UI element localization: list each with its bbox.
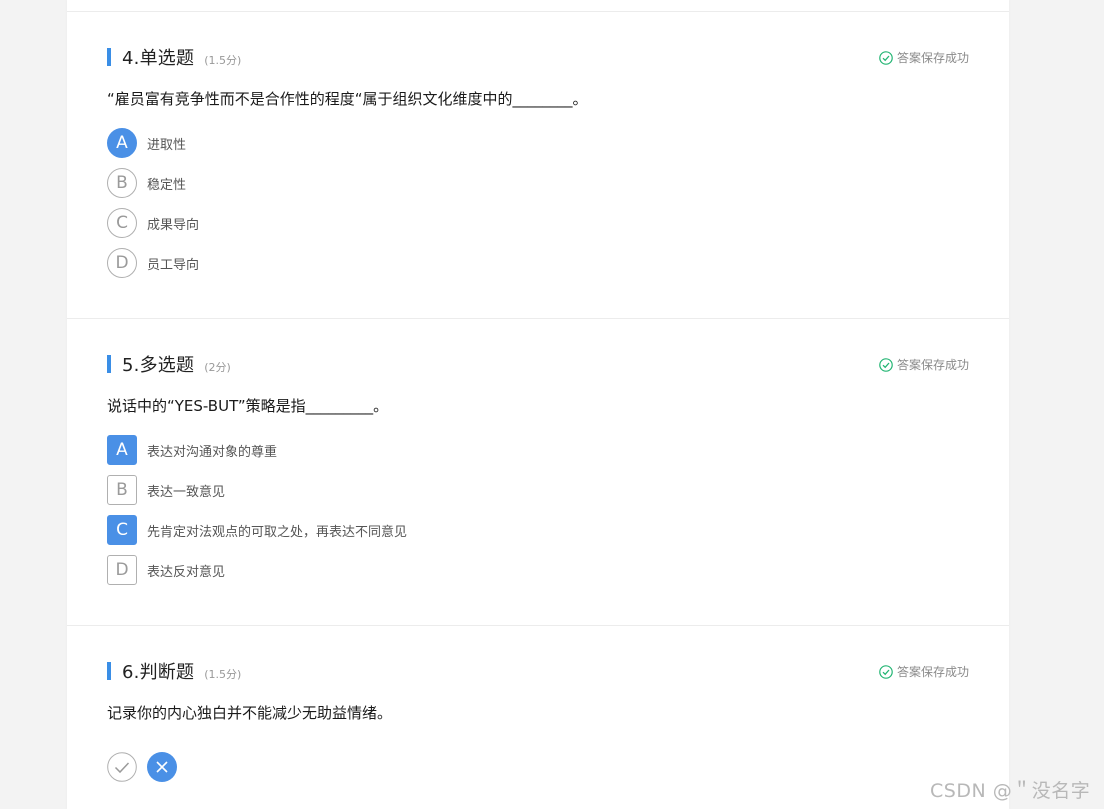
save-status-text: 答案保存成功 (896, 665, 969, 679)
option-label: 表达反对意见 (147, 564, 226, 580)
option-radio[interactable]: B (107, 168, 137, 198)
false-option-button[interactable] (147, 752, 177, 782)
option-a[interactable]: A 进取性 (107, 128, 186, 158)
question-title: 6.判断题 (122, 662, 195, 683)
option-label: 稳定性 (147, 177, 187, 193)
title-marker (107, 355, 111, 373)
watermark: CSDN @＂没名字 (930, 780, 1091, 802)
option-checkbox[interactable]: A (107, 435, 137, 465)
check-icon (107, 752, 137, 782)
question-text: 说话中的“YES-BUT”策略是指_________。 (107, 397, 389, 415)
option-checkbox[interactable]: D (107, 555, 137, 585)
option-c[interactable]: C 成果导向 (107, 208, 199, 238)
question-header: 4.单选题 (1.5分) (107, 46, 242, 69)
option-radio[interactable]: D (107, 248, 137, 278)
cross-icon (147, 752, 177, 782)
option-a[interactable]: A 表达对沟通对象的尊重 (107, 435, 277, 465)
option-radio[interactable]: C (107, 208, 137, 238)
divider (67, 625, 1009, 626)
option-label: 成果导向 (147, 217, 200, 233)
option-b[interactable]: B 表达一致意见 (107, 475, 225, 505)
check-circle-icon (879, 357, 893, 372)
question-card: 4.单选题 (1.5分) 答案保存成功 “雇员富有竞争性而不是合作性的程度“属于… (67, 0, 1009, 809)
option-label: 员工导向 (147, 257, 200, 273)
divider (67, 11, 1009, 12)
option-b[interactable]: B 稳定性 (107, 168, 186, 198)
question-score: (2分) (204, 360, 231, 374)
title-marker (107, 662, 111, 680)
option-radio[interactable]: A (107, 128, 137, 158)
option-checkbox[interactable]: B (107, 475, 137, 505)
save-status-text: 答案保存成功 (896, 358, 969, 372)
option-d[interactable]: D 表达反对意见 (107, 555, 225, 585)
option-checkbox[interactable]: C (107, 515, 137, 545)
check-circle-icon (879, 664, 893, 679)
check-circle-icon (879, 50, 893, 65)
question-text: 记录你的内心独白并不能减少无助益情绪。 (107, 704, 393, 722)
save-status: 答案保存成功 (879, 663, 969, 680)
true-option-button[interactable] (107, 752, 137, 782)
question-title: 4.单选题 (122, 48, 195, 69)
question-header: 5.多选题 (2分) (107, 353, 231, 376)
title-marker (107, 48, 111, 66)
divider (67, 318, 1009, 319)
save-status: 答案保存成功 (879, 49, 969, 66)
option-d[interactable]: D 员工导向 (107, 248, 199, 278)
question-score: (1.5分) (204, 667, 242, 681)
option-label: 表达对沟通对象的尊重 (147, 444, 278, 460)
option-label: 先肯定对法观点的可取之处，再表达不同意见 (147, 524, 408, 540)
save-status-text: 答案保存成功 (896, 51, 969, 65)
question-header: 6.判断题 (1.5分) (107, 660, 242, 683)
save-status: 答案保存成功 (879, 356, 969, 373)
question-text: “雇员富有竞争性而不是合作性的程度“属于组织文化维度中的________。 (107, 90, 588, 108)
option-label: 进取性 (147, 137, 187, 153)
question-title: 5.多选题 (122, 355, 195, 376)
question-score: (1.5分) (204, 53, 242, 67)
option-label: 表达一致意见 (147, 484, 226, 500)
option-c[interactable]: C 先肯定对法观点的可取之处，再表达不同意见 (107, 515, 407, 545)
